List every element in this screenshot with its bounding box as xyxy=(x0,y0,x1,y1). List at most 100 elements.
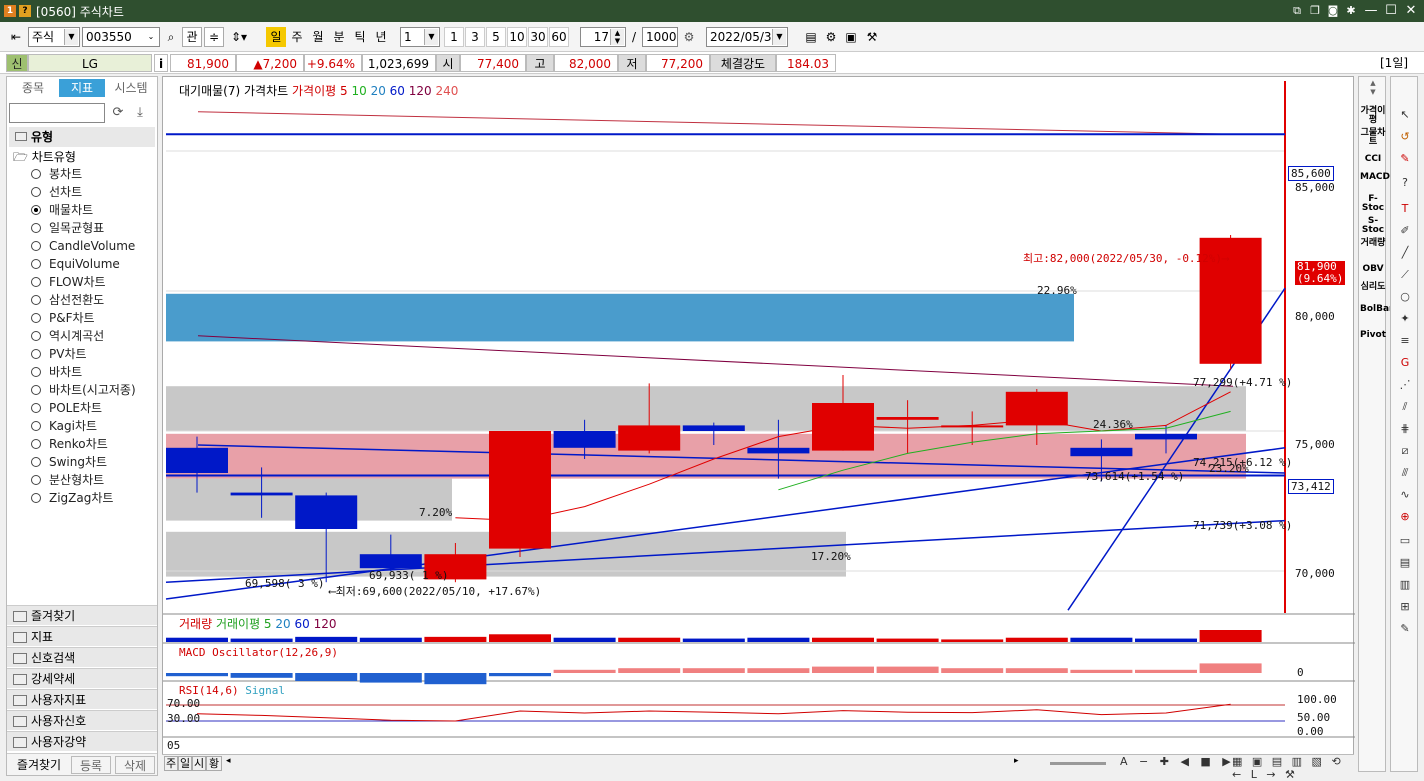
folder-item[interactable]: 지표 xyxy=(7,626,157,646)
chart-type-item[interactable]: 바차트(시고저종) xyxy=(31,381,136,399)
radio-icon[interactable] xyxy=(31,457,41,467)
folder-item[interactable]: 사용자지표 xyxy=(7,689,157,709)
gann-icon[interactable]: G xyxy=(1397,355,1413,371)
auto-icon[interactable]: ⊕ xyxy=(1397,509,1413,525)
chart-type-item[interactable]: Kagi차트 xyxy=(31,417,97,435)
scroll-left-icon[interactable]: ◂ xyxy=(226,756,238,766)
period-minute[interactable]: 분 xyxy=(329,27,349,47)
tab-indicator[interactable]: 지표 xyxy=(59,79,105,97)
view-controls[interactable]: ▦ ▣ ▤ ▥ ▧ ⟲ ← L → ⚒ xyxy=(1232,755,1354,781)
price-chart[interactable] xyxy=(163,77,1355,773)
interval-2[interactable]: 5 xyxy=(486,27,506,47)
radio-icon[interactable] xyxy=(31,187,41,197)
radio-icon[interactable] xyxy=(31,295,41,305)
type-header[interactable]: 유형 xyxy=(9,127,155,147)
chart-type-item[interactable]: 매물차트 xyxy=(31,201,93,219)
register-button[interactable]: 등록 xyxy=(71,756,111,774)
chart-type-item[interactable]: ZigZag차트 xyxy=(31,489,113,507)
indicator-button[interactable]: CCI xyxy=(1360,155,1386,164)
delete-all-icon[interactable]: ✎ xyxy=(1397,151,1413,167)
chart-type-item[interactable]: EquiVolume xyxy=(31,255,120,273)
favorites-button[interactable]: 즐겨찾기 xyxy=(11,756,67,774)
radio-icon[interactable] xyxy=(31,277,41,287)
indicator-button[interactable]: S-Stoc xyxy=(1360,217,1386,235)
chart-type-item[interactable]: 삼선전환도 xyxy=(31,291,104,309)
date-select[interactable]: 2022/05/30 ▼ xyxy=(706,27,788,47)
indicator-button[interactable]: MACD xyxy=(1360,173,1390,182)
radio-icon[interactable] xyxy=(31,259,41,269)
stats-icon[interactable]: ⊞ xyxy=(1397,599,1413,615)
max-count-input[interactable]: 1000 xyxy=(642,27,678,47)
download-icon[interactable]: ⤓ xyxy=(131,105,149,123)
tools-icon[interactable]: ⚒ xyxy=(862,27,882,47)
chart-type-item[interactable]: POLE차트 xyxy=(31,399,102,417)
bottom-tab-day[interactable]: 일 xyxy=(178,756,192,771)
chart-type-icon[interactable]: ▤ xyxy=(802,27,820,47)
code-input[interactable]: 003550 ⌄ xyxy=(82,27,160,47)
chart-type-item[interactable]: 일목균형표 xyxy=(31,219,104,237)
chart-type-item[interactable]: 선차트 xyxy=(31,183,82,201)
indicator-button[interactable]: 거래량 xyxy=(1360,239,1386,248)
radio-icon[interactable] xyxy=(31,493,41,503)
undo-icon[interactable]: ↺ xyxy=(1397,129,1413,145)
gear-icon[interactable]: ✱ xyxy=(1342,2,1360,20)
period-week[interactable]: 주 xyxy=(287,27,307,47)
indicator-search-input[interactable] xyxy=(9,103,105,123)
indicator-button[interactable]: F-Stoc xyxy=(1360,195,1386,213)
bottom-tab-week[interactable]: 주 xyxy=(164,756,178,771)
zoom-controls[interactable]: A − ✚ ◀ ■ ▶ xyxy=(1120,755,1235,768)
pointer-icon[interactable]: ↖ xyxy=(1397,107,1413,123)
screen-icon[interactable]: ▭ xyxy=(1397,533,1413,549)
chart-type-item[interactable]: PV차트 xyxy=(31,345,87,363)
chart-type-item[interactable]: 분산형차트 xyxy=(31,471,104,489)
question-icon[interactable]: ? xyxy=(1397,175,1413,191)
cross-icon[interactable]: ✦ xyxy=(1397,311,1413,327)
radio-icon[interactable] xyxy=(31,223,41,233)
folder-item[interactable]: 신호검색 xyxy=(7,647,157,667)
period-day[interactable]: 일 xyxy=(266,27,286,47)
trend-line-icon[interactable]: ⟋ xyxy=(1397,267,1413,283)
stepper-icon[interactable]: ⇕▾ xyxy=(226,27,252,47)
period-month[interactable]: 월 xyxy=(308,27,328,47)
chart-type-item[interactable]: CandleVolume xyxy=(31,237,135,255)
fib-icon[interactable]: ≡ xyxy=(1397,333,1413,349)
tool-icon[interactable]: ✎ xyxy=(1397,621,1413,637)
count-stepper[interactable]: 17 ▲ ▼ xyxy=(580,27,626,47)
circle-icon[interactable]: ○ xyxy=(1397,289,1413,305)
pitchfork-icon[interactable]: ⫻ xyxy=(1397,465,1413,481)
close-icon[interactable]: ✕ xyxy=(1402,2,1420,20)
maximize-icon[interactable]: ☐ xyxy=(1382,2,1400,20)
period-tick[interactable]: 틱 xyxy=(350,27,370,47)
radio-icon[interactable] xyxy=(31,313,41,323)
copy-icon[interactable]: ❐ xyxy=(1306,2,1324,20)
radio-icon[interactable] xyxy=(31,331,41,341)
folder-item[interactable]: 즐겨찾기 xyxy=(7,605,157,625)
prev-stock-icon[interactable]: ⇤ xyxy=(6,27,26,47)
bottom-tab-time[interactable]: 시 xyxy=(192,756,206,771)
chart-type-item[interactable]: P&F차트 xyxy=(31,309,95,327)
interval-3[interactable]: 10 xyxy=(507,27,527,47)
fan-icon[interactable]: ⋰ xyxy=(1397,377,1413,393)
radio-icon[interactable] xyxy=(31,205,41,215)
analysis-icon[interactable]: ▥ xyxy=(1397,577,1413,593)
radio-icon[interactable] xyxy=(31,385,41,395)
interval-select[interactable]: 1 ▼ xyxy=(400,27,440,47)
tab-stock[interactable]: 종목 xyxy=(9,79,57,97)
scroll-arrows-icon[interactable]: ▲ ▼ xyxy=(1360,79,1386,97)
delete-button[interactable]: 삭제 xyxy=(115,756,155,774)
indicator-button[interactable]: 심리도 xyxy=(1360,283,1386,292)
info-icon[interactable]: i xyxy=(154,54,168,72)
chart-type-item[interactable]: Renko차트 xyxy=(31,435,108,453)
bottom-tab-status[interactable]: 황 xyxy=(206,756,222,771)
channel-icon[interactable]: ⫽ xyxy=(1397,399,1413,415)
indicator-button[interactable]: 가격이평 xyxy=(1360,107,1386,125)
pen-icon[interactable]: ✐ xyxy=(1397,223,1413,239)
chart-type-item[interactable]: FLOW차트 xyxy=(31,273,106,291)
save-icon[interactable]: ▣ xyxy=(842,27,860,47)
radio-icon[interactable] xyxy=(31,421,41,431)
related-button[interactable]: 관 xyxy=(182,27,202,47)
interval-5[interactable]: 60 xyxy=(549,27,569,47)
radio-icon[interactable] xyxy=(31,169,41,179)
chart-type-item[interactable]: 역시계곡선 xyxy=(31,327,104,345)
refresh-icon[interactable]: ⟳ xyxy=(109,105,127,123)
